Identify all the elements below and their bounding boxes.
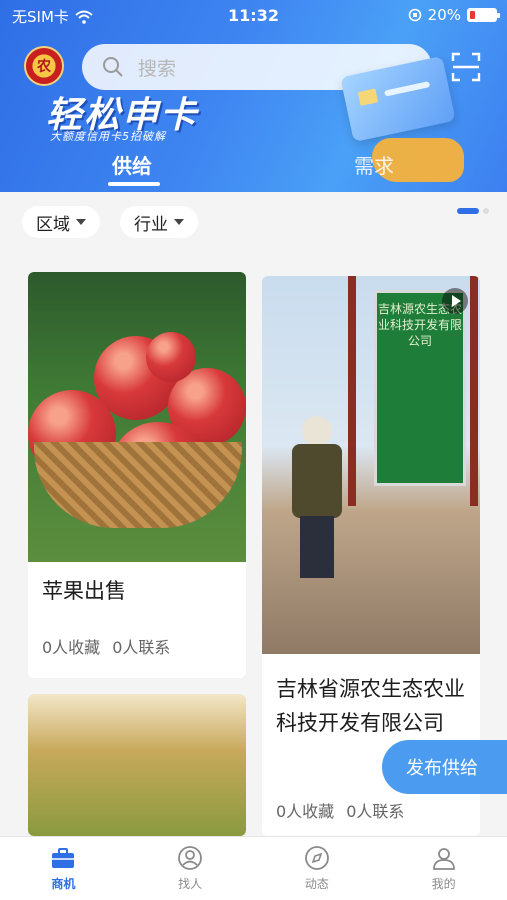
app-logo: 农 bbox=[24, 46, 64, 86]
listing-card[interactable]: 苹果出售 0人收藏 0人联系 bbox=[28, 272, 246, 678]
tab-indicator bbox=[108, 182, 160, 186]
industry-filter-label: 行业 bbox=[134, 214, 168, 235]
caret-down-icon bbox=[76, 219, 86, 225]
nav-label: 商机 bbox=[51, 877, 76, 891]
favorites-count: 0人收藏 bbox=[276, 802, 335, 821]
favorites-count: 0人收藏 bbox=[42, 638, 101, 657]
scan-icon[interactable] bbox=[451, 52, 481, 82]
card-title: 苹果出售 bbox=[42, 579, 126, 603]
briefcase-icon bbox=[52, 848, 75, 868]
apples-image bbox=[28, 272, 246, 562]
nav-label: 我的 bbox=[431, 877, 456, 891]
rotation-lock-icon bbox=[408, 8, 421, 22]
region-filter[interactable]: 区域 bbox=[22, 206, 100, 238]
caret-down-icon bbox=[174, 219, 184, 225]
app-logo-text: 农 bbox=[37, 59, 51, 75]
person-figure bbox=[286, 416, 348, 586]
header-banner: 无SIM卡 11:32 20% 农 搜索 轻松申卡 大额度信用卡5招破解 供给 … bbox=[0, 0, 507, 192]
page-indicator bbox=[457, 208, 489, 214]
battery-icon bbox=[467, 8, 500, 22]
listing-card[interactable] bbox=[28, 694, 246, 836]
page-dot-active bbox=[457, 208, 479, 214]
tab-bar: 供给 需求 bbox=[0, 146, 507, 192]
contacts-count: 0人联系 bbox=[346, 802, 405, 821]
search-icon bbox=[103, 57, 123, 77]
company-signboard: 吉林源农生态农业科技开发有限公司 bbox=[374, 290, 466, 486]
tab-demand[interactable]: 需求 bbox=[354, 150, 394, 179]
page-dot bbox=[483, 208, 489, 214]
nav-item-find-people[interactable]: 找人 bbox=[127, 837, 254, 900]
card-stats: 0人收藏 0人联系 bbox=[276, 798, 404, 822]
company-video-thumbnail: 吉林源农生态农业科技开发有限公司 bbox=[262, 276, 480, 654]
card-stats: 0人收藏 0人联系 bbox=[42, 634, 170, 658]
card-title: 吉林省源农生态农业科技开发有限公司 bbox=[276, 677, 465, 735]
battery-percent: 20% bbox=[427, 6, 461, 24]
nav-item-mine[interactable]: 我的 bbox=[380, 837, 507, 900]
region-filter-label: 区域 bbox=[36, 214, 70, 235]
nav-item-updates[interactable]: 动态 bbox=[254, 837, 381, 900]
rice-image bbox=[28, 694, 246, 836]
nav-item-business[interactable]: 商机 bbox=[0, 837, 127, 900]
nav-label: 找人 bbox=[178, 877, 203, 891]
publish-supply-button[interactable]: 发布供给 bbox=[382, 740, 507, 794]
banner-subtitle: 大额度信用卡5招破解 bbox=[50, 130, 166, 143]
status-bar: 无SIM卡 11:32 20% bbox=[0, 0, 507, 32]
tab-supply[interactable]: 供给 bbox=[112, 150, 152, 179]
play-icon[interactable] bbox=[442, 288, 468, 314]
filter-row: 区域 行业 bbox=[0, 192, 507, 252]
compass-icon bbox=[304, 846, 329, 870]
bottom-nav: 商机 找人 动态 我的 bbox=[0, 836, 507, 900]
search-placeholder: 搜索 bbox=[138, 57, 177, 80]
person-search-icon bbox=[178, 846, 203, 870]
contacts-count: 0人联系 bbox=[112, 638, 171, 657]
nav-label: 动态 bbox=[304, 877, 329, 891]
industry-filter[interactable]: 行业 bbox=[120, 206, 198, 238]
user-icon bbox=[432, 848, 455, 870]
